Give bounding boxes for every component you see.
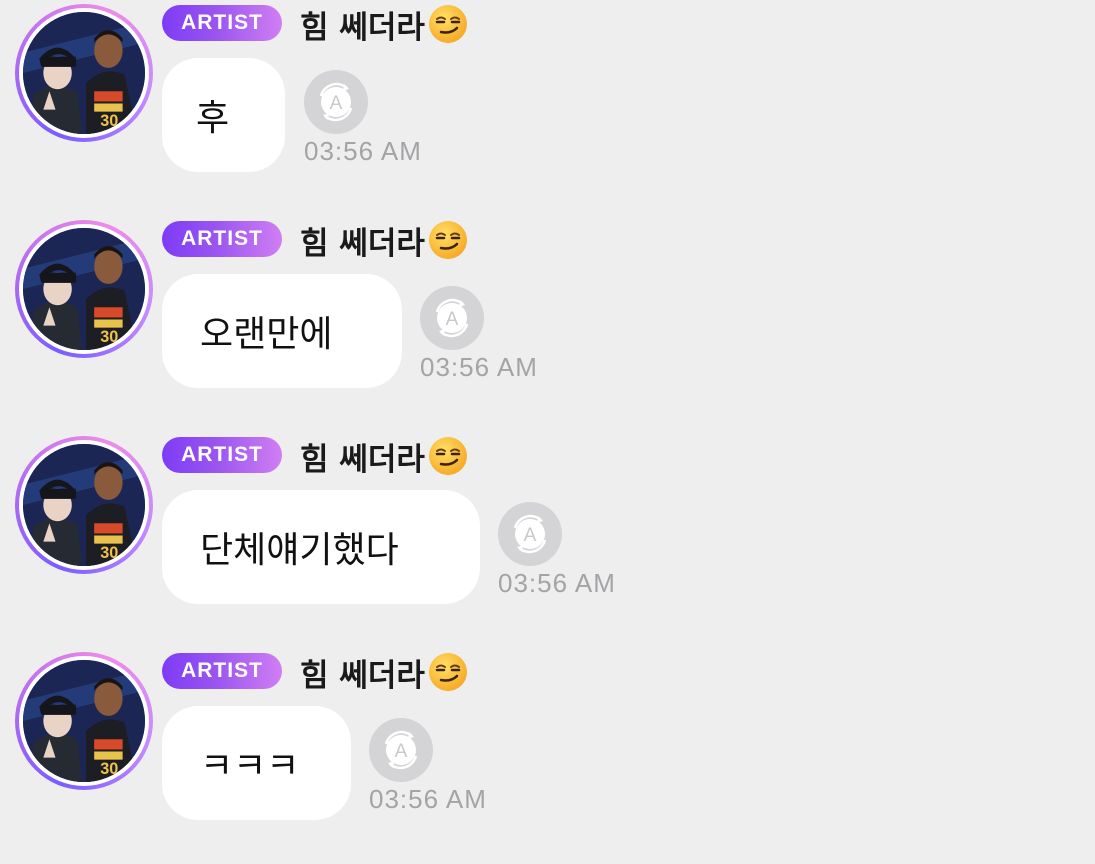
message-bubble[interactable]: 오랜만에 — [162, 274, 402, 388]
message-timestamp: 03:56 AM — [498, 568, 616, 598]
smirking-face-emoji — [428, 221, 467, 259]
smirking-face-emoji — [428, 653, 467, 691]
smirking-face-emoji — [428, 437, 467, 475]
chat-message: 30 ARTIST 힘 쎄더라 오랜만에 A 03:56 AM — [0, 216, 1095, 432]
sender-name: 힘 쎄더라 — [300, 225, 425, 262]
message-bubble[interactable]: 단체얘기했다 — [162, 490, 480, 604]
artist-badge: ARTIST — [162, 5, 282, 41]
sender-name: 힘 쎄더라 — [300, 441, 425, 478]
chat-message: 30 ARTIST 힘 쎄더라 ㅋㅋㅋ A 03:56 AM — [0, 648, 1095, 864]
artist-badge: ARTIST — [162, 653, 282, 689]
svg-text:30: 30 — [100, 760, 118, 778]
translate-icon[interactable]: A — [420, 286, 484, 350]
message-timestamp: 03:56 AM — [369, 784, 487, 814]
chat-message: 30 ARTIST 힘 쎄더라 단체얘기했다 A 03:56 AM — [0, 432, 1095, 648]
sender-name-row: 힘 쎄더라 — [300, 650, 469, 694]
svg-text:A: A — [330, 93, 343, 114]
avatar-photo: 30 — [23, 660, 145, 782]
message-bubble[interactable]: ㅋㅋㅋ — [162, 706, 351, 820]
avatar-photo: 30 — [23, 12, 145, 134]
avatar[interactable]: 30 — [15, 436, 153, 574]
svg-text:30: 30 — [100, 328, 118, 346]
svg-text:A: A — [524, 525, 537, 546]
sender-name-row: 힘 쎄더라 — [300, 434, 469, 478]
avatar[interactable]: 30 — [15, 4, 153, 142]
message-timestamp: 03:56 AM — [420, 352, 538, 382]
sender-name: 힘 쎄더라 — [300, 9, 425, 46]
smirking-face-emoji — [428, 5, 467, 43]
message-bubble[interactable]: 후 — [162, 58, 285, 172]
translate-icon[interactable]: A — [369, 718, 433, 782]
svg-text:30: 30 — [100, 544, 118, 562]
message-timestamp: 03:56 AM — [304, 136, 422, 166]
avatar-photo: 30 — [23, 228, 145, 350]
sender-name-row: 힘 쎄더라 — [300, 218, 469, 262]
translate-icon[interactable]: A — [304, 70, 368, 134]
artist-badge: ARTIST — [162, 437, 282, 473]
sender-name: 힘 쎄더라 — [300, 657, 425, 694]
chat-message: 30 ARTIST 힘 쎄더라 후 A 03:56 AM — [0, 0, 1095, 216]
avatar[interactable]: 30 — [15, 220, 153, 358]
translate-icon[interactable]: A — [498, 502, 562, 566]
svg-text:A: A — [395, 741, 408, 762]
svg-text:A: A — [446, 309, 459, 330]
sender-name-row: 힘 쎄더라 — [300, 2, 469, 46]
svg-text:30: 30 — [100, 112, 118, 130]
avatar-photo: 30 — [23, 444, 145, 566]
artist-badge: ARTIST — [162, 221, 282, 257]
avatar[interactable]: 30 — [15, 652, 153, 790]
